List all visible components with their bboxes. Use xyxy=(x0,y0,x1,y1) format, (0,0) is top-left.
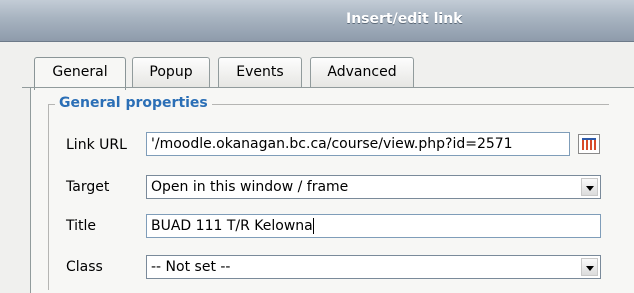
tab-underline xyxy=(22,87,634,88)
chevron-down-icon[interactable] xyxy=(581,178,598,196)
tab-general[interactable]: General xyxy=(34,57,126,90)
dialog-titlebar[interactable]: Insert/edit link xyxy=(0,0,634,42)
section-legend: General properties xyxy=(55,95,212,111)
link-url-value: '/moodle.okanagan.bc.ca/course/view.php?… xyxy=(151,136,513,152)
target-value: Open in this window / frame xyxy=(151,179,349,195)
title-input[interactable]: BUAD 111 T/R Kelowna xyxy=(146,214,601,238)
title-value: BUAD 111 T/R Kelowna xyxy=(151,218,313,234)
title-label: Title xyxy=(66,218,97,234)
tab-popup[interactable]: Popup xyxy=(132,57,210,87)
dialog-title: Insert/edit link xyxy=(346,11,463,27)
tab-label: Popup xyxy=(149,64,193,80)
chevron-down-icon[interactable] xyxy=(581,258,598,276)
target-select[interactable]: Open in this window / frame xyxy=(146,175,601,199)
browse-list-icon xyxy=(582,138,596,150)
tab-label: General xyxy=(52,64,108,80)
link-url-input[interactable]: '/moodle.okanagan.bc.ca/course/view.php?… xyxy=(146,132,570,156)
text-caret xyxy=(312,218,314,234)
class-label: Class xyxy=(66,259,103,275)
tab-events[interactable]: Events xyxy=(218,57,302,87)
link-url-label: Link URL xyxy=(66,137,127,153)
class-value: -- Not set -- xyxy=(151,259,231,275)
class-select[interactable]: -- Not set -- xyxy=(146,255,601,279)
tab-label: Events xyxy=(236,64,284,80)
browse-button[interactable] xyxy=(578,134,600,154)
tab-label: Advanced xyxy=(327,64,397,80)
target-label: Target xyxy=(66,179,110,195)
tab-advanced[interactable]: Advanced xyxy=(310,57,414,87)
